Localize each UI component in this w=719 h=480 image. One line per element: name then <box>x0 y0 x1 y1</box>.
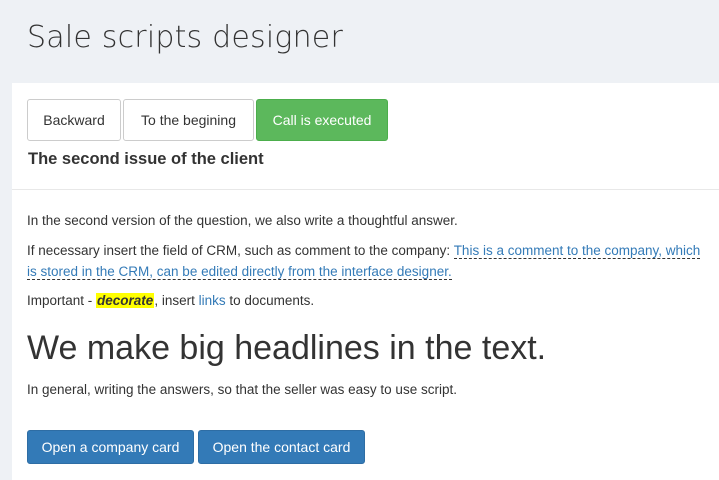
to-beginning-button[interactable]: To the begining <box>123 99 254 141</box>
open-contact-card-button[interactable]: Open the contact card <box>198 430 365 464</box>
insert-text: , insert <box>154 293 199 308</box>
crm-intro-text: If necessary insert the field of CRM, su… <box>27 243 454 258</box>
open-company-card-button[interactable]: Open a company card <box>27 430 194 464</box>
backward-button[interactable]: Backward <box>27 99 121 141</box>
documents-text: to documents. <box>225 293 315 308</box>
answer-paragraph-4: In general, writing the answers, so that… <box>27 382 457 397</box>
decorate-highlight: decorate <box>96 293 155 308</box>
important-prefix: Important - <box>27 293 97 308</box>
call-executed-button[interactable]: Call is executed <box>256 99 388 141</box>
script-panel: Backward To the begining Call is execute… <box>12 83 719 480</box>
big-headline: We make big headlines in the text. <box>27 329 547 367</box>
question-title: The second issue of the client <box>28 150 264 168</box>
divider <box>12 189 719 190</box>
card-actions: Open a company card Open the contact car… <box>27 430 365 464</box>
page-title: Sale scripts designer <box>27 20 343 55</box>
answer-paragraph-3: Important - decorate, insert links to do… <box>27 290 707 311</box>
answer-paragraph-1: In the second version of the question, w… <box>27 213 458 228</box>
page-header: Sale scripts designer <box>0 0 719 83</box>
answer-paragraph-2: If necessary insert the field of CRM, su… <box>27 240 707 282</box>
links-link[interactable]: links <box>199 293 226 308</box>
navigation-toolbar: Backward To the begining Call is execute… <box>27 99 388 141</box>
